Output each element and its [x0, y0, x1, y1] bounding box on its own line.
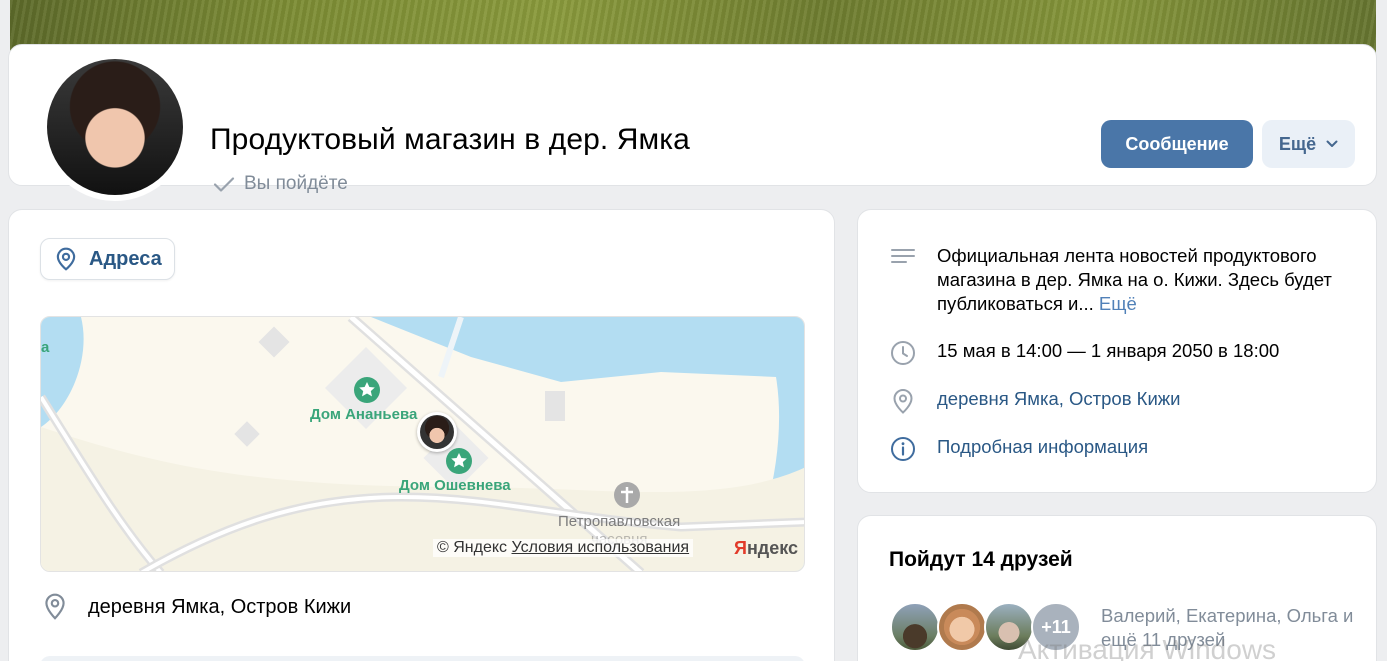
check-icon	[213, 177, 235, 192]
map-copyright: © Яндекс Условия использования	[433, 539, 694, 557]
clock-icon	[891, 341, 915, 365]
going-status[interactable]: Вы пойдёте	[212, 172, 348, 196]
text-lines-icon	[891, 249, 915, 263]
datetime-row: 15 мая в 14:00 — 1 января 2050 в 18:00	[889, 339, 1279, 367]
more-button-label: Ещё	[1278, 133, 1317, 154]
friend-avatar[interactable]	[890, 602, 940, 652]
chevron-down-icon	[1326, 140, 1338, 147]
description-row: Официальная лента новостей продуктового …	[889, 244, 1357, 316]
addresses-chip-label: Адреса	[89, 247, 162, 270]
page-title: Продуктовый магазин в дер. Ямка	[210, 123, 690, 156]
addresses-chip[interactable]: Адреса	[40, 238, 175, 280]
location-link[interactable]: деревня Ямка, Остров Кижи	[937, 387, 1181, 415]
event-info-card: Официальная лента новостей продуктового …	[857, 209, 1377, 493]
map-label-chapel[interactable]: Петропавловская	[558, 513, 680, 530]
message-button[interactable]: Сообщение	[1101, 120, 1253, 168]
map-event-marker[interactable]	[417, 412, 457, 452]
location-card: Адреса а Дом Ананьева Дом Ошевнева Петро…	[8, 209, 835, 661]
event-avatar[interactable]	[41, 53, 189, 201]
location-pin-icon	[893, 388, 913, 414]
location-pin-icon	[56, 247, 76, 271]
details-row: Подробная информация	[889, 435, 1148, 463]
description-more-link[interactable]: Ещё	[1099, 293, 1137, 314]
friends-title[interactable]: Пойдут 14 друзей	[889, 548, 1073, 572]
datetime-text: 15 мая в 14:00 — 1 января 2050 в 18:00	[937, 340, 1280, 361]
map-copyright-text: © Яндекс	[437, 539, 508, 556]
yandex-logo[interactable]: Яндекс	[734, 538, 798, 559]
description-text: Официальная лента новостей продуктового …	[937, 245, 1332, 314]
map-label-oshevnev-house[interactable]: Дом Ошевнева	[399, 477, 511, 494]
map-terms-link[interactable]: Условия использования	[512, 539, 690, 556]
details-link[interactable]: Подробная информация	[937, 435, 1148, 463]
going-status-label: Вы пойдёте	[244, 173, 348, 194]
info-icon	[891, 437, 915, 461]
map-label-edge: а	[41, 339, 50, 356]
more-button[interactable]: Ещё	[1262, 120, 1355, 168]
address-line: деревня Ямка, Остров Кижи	[42, 592, 351, 622]
address-text: деревня Ямка, Остров Кижи	[88, 595, 352, 618]
windows-activation-watermark: Активация Windows	[1018, 634, 1277, 661]
next-section-edge	[40, 656, 805, 661]
friend-avatar[interactable]	[937, 602, 987, 652]
map-view[interactable]: а Дом Ананьева Дом Ошевнева Петропавловс…	[40, 316, 805, 572]
location-row: деревня Ямка, Остров Кижи	[889, 387, 1181, 415]
event-header: Продуктовый магазин в дер. Ямка Вы пойдё…	[8, 44, 1377, 201]
location-pin-icon	[45, 593, 65, 620]
map-label-ananyev-house[interactable]: Дом Ананьева	[310, 406, 417, 423]
